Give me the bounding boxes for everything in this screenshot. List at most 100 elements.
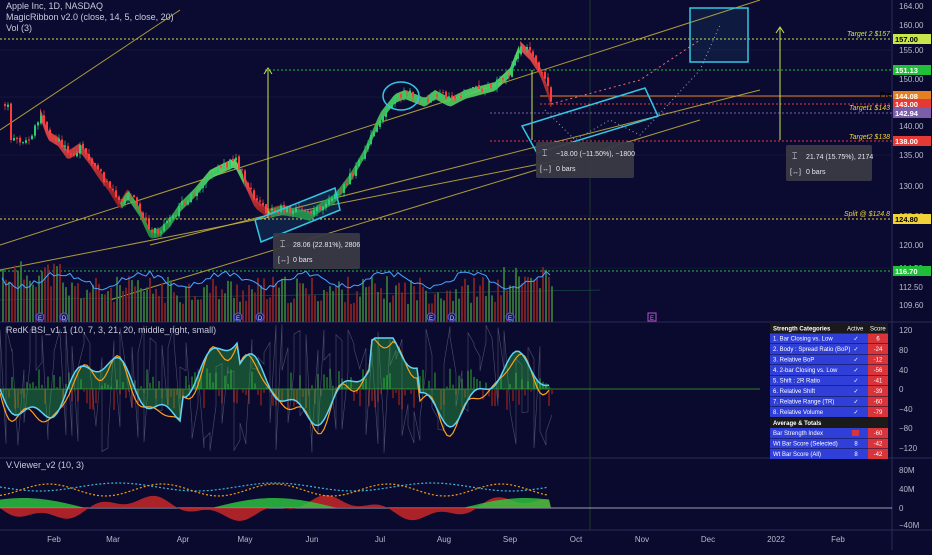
volume-bar: [101, 294, 103, 322]
candle-body: [157, 229, 159, 234]
volume-bar: [476, 297, 478, 322]
measure-label-3[interactable]: ⌶ 21.74 (15.75%), 2174 [↔] 0 bars: [786, 145, 873, 181]
volume-bar: [473, 278, 475, 322]
volume-bar: [152, 294, 154, 322]
candle-body: [160, 232, 162, 233]
volume-bar: [500, 295, 502, 322]
candle-body: [133, 195, 135, 197]
volume-bar: [422, 287, 424, 322]
volume-bar: [155, 289, 157, 322]
candle-body: [451, 95, 453, 97]
candle-body: [463, 93, 465, 95]
strength-table: Strength CategoriesActiveScore1. Bar Clo…: [770, 323, 888, 459]
candle-body: [28, 140, 30, 141]
volume-bar: [224, 293, 226, 322]
measure-label-1[interactable]: ⌶ 28.06 (22.81%), 2806 [↔] 0 bars: [273, 233, 360, 269]
time-tick: Oct: [570, 535, 583, 544]
volume-bar: [173, 292, 175, 322]
volume-bar: [146, 287, 148, 322]
bsi-legend[interactable]: RedK BSI_v1.1 (10, 7, 3, 21, 20, middle_…: [6, 325, 216, 335]
time-tick: Feb: [831, 535, 845, 544]
measure-value-2: −18.00 (−11.50%), −1800: [556, 151, 635, 158]
volume-bar: [458, 299, 460, 322]
candle-body: [520, 46, 522, 54]
candle-body: [25, 140, 27, 143]
candle-body: [121, 200, 123, 202]
candle-body: [487, 84, 489, 90]
candle-body: [211, 172, 213, 177]
candle-body: [16, 138, 18, 139]
candle-body: [421, 101, 423, 102]
candle-body: [424, 99, 426, 102]
magic-ribbon-legend[interactable]: MagicRibbon v2.0 (close, 14, 5, close, 2…: [6, 12, 174, 22]
price-tag-text-volume_ma: 116.70: [895, 267, 918, 276]
candle-body: [349, 173, 351, 184]
volume-legend[interactable]: Vol (3): [6, 23, 32, 33]
volume-bar: [275, 283, 277, 322]
volume-bar: [401, 292, 403, 322]
candle-body: [457, 96, 459, 100]
volume-bar: [365, 287, 367, 322]
pre-label: Pre: [880, 92, 891, 99]
candle-body: [163, 224, 165, 231]
bsi-histogram-bar: [470, 369, 472, 389]
volume-bar: [395, 285, 397, 322]
time-tick: 2022: [767, 535, 785, 544]
svg-text:[↔]: [↔]: [540, 166, 551, 173]
candle-body: [76, 153, 78, 156]
volume-bar: [95, 278, 97, 322]
volume-bar: [140, 288, 142, 322]
volume-bar: [533, 280, 535, 322]
volume-bar: [50, 286, 52, 322]
candle-body: [427, 99, 429, 102]
bsi-histogram-bar: [506, 389, 508, 410]
table-header-category: Strength Categories: [773, 327, 831, 333]
table-row-name: 3. Relative BoP: [773, 358, 814, 364]
volume-bar: [356, 291, 358, 322]
candle-body: [460, 96, 462, 97]
price-tag-text-target2_low: 138.00: [895, 137, 918, 146]
candle-body: [64, 145, 66, 146]
table-row-active: ✓: [853, 358, 858, 364]
table-total-score: -60: [874, 431, 883, 437]
time-tick: Dec: [701, 535, 715, 544]
candle-body: [364, 150, 366, 158]
time-tick: Feb: [47, 535, 61, 544]
volume-bar: [443, 300, 445, 322]
candle-body: [544, 72, 546, 79]
bsi-histogram-bar: [11, 377, 13, 389]
volume-bar: [161, 284, 163, 322]
measure-label-2[interactable]: ⌶ −18.00 (−11.50%), −1800 [↔] 0 bars: [536, 142, 635, 178]
bsi-histogram-bar: [446, 387, 448, 389]
candle-body: [127, 195, 129, 200]
volume-bar: [134, 286, 136, 322]
volume-bar: [83, 298, 85, 322]
bsi-histogram-bar: [218, 389, 220, 396]
candle-body: [100, 169, 102, 171]
table-row-score: -39: [874, 389, 883, 395]
symbol-title[interactable]: Apple Inc, 1D, NASDAQ: [6, 1, 103, 11]
target-box: [690, 8, 748, 62]
volume-bar: [158, 296, 160, 322]
time-tick: May: [237, 535, 252, 544]
candle-body: [343, 184, 345, 193]
table-row-name: 6. Relative Shift: [773, 389, 815, 395]
chart-canvas[interactable]: Apple Inc, 1D, NASDAQ MagicRibbon v2.0 (…: [0, 0, 932, 550]
volume-bar: [113, 302, 115, 322]
table-row-score: -60: [874, 400, 883, 406]
volume-bar: [311, 278, 313, 322]
vviewer-legend[interactable]: V.Viewer_v2 (10, 3): [6, 460, 84, 470]
candle-body: [355, 166, 357, 176]
bsi-histogram-bar: [125, 389, 127, 398]
candle-body: [535, 56, 537, 64]
candle-body: [208, 177, 210, 178]
candle-body: [58, 139, 60, 141]
candle-body: [148, 220, 150, 230]
volume-bar: [248, 285, 250, 322]
volume-bar: [383, 299, 385, 322]
price-axis[interactable]: 164.00160.00155.00150.00145.00140.00135.…: [899, 2, 924, 310]
candle-body: [70, 154, 72, 155]
candle-body: [346, 183, 348, 185]
bsi-histogram-bar: [185, 376, 187, 389]
svg-text:E: E: [508, 316, 512, 322]
